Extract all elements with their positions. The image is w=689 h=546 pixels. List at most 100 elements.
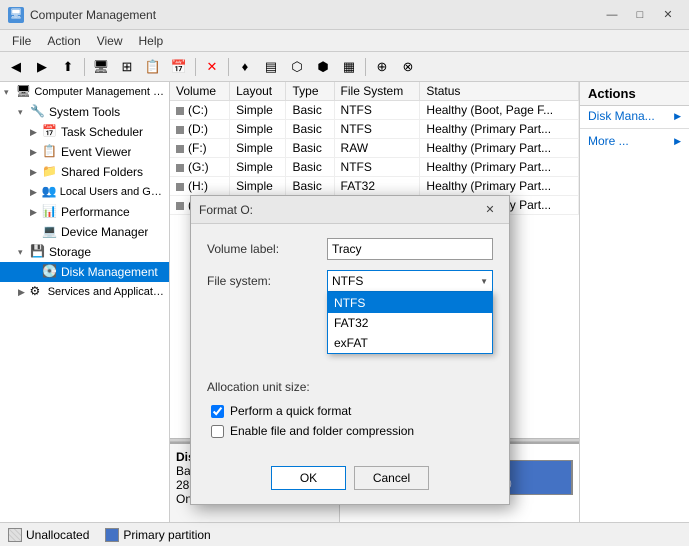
cell-volume: (C:) [170, 101, 230, 120]
menu-action[interactable]: Action [39, 32, 88, 50]
cell-fs: NTFS [334, 101, 420, 120]
sidebar-item-performance[interactable]: ▶ 📊 Performance [0, 202, 169, 222]
cell-status: Healthy (Boot, Page F... [420, 101, 579, 120]
volume-label-row: Volume label: [207, 238, 493, 260]
expand-icon: ▶ [674, 111, 681, 122]
cell-fs: RAW [334, 139, 420, 158]
sidebar-item-system-tools[interactable]: ▾ 🔧 System Tools [0, 102, 169, 122]
toolbar-up[interactable]: ⬆ [56, 55, 80, 79]
toolbar: ◀ ▶ ⬆ 🖥 ⊞ 📋 📅 ✕ ♦ ▤ ⬡ ⬢ ▦ ⊕ ⊗ [0, 52, 689, 82]
more-label: More ... [588, 134, 629, 148]
toolbar-btn4[interactable]: 📅 [167, 55, 191, 79]
file-system-trigger[interactable]: NTFS ▼ [327, 270, 493, 292]
toolbar-back[interactable]: ◀ [4, 55, 28, 79]
dialog-close-button[interactable]: ✕ [479, 201, 501, 219]
disk-icon: 💽 [42, 264, 58, 280]
toolbar-btn7[interactable]: ⬡ [285, 55, 309, 79]
allocation-row: Allocation unit size: [207, 380, 493, 394]
dialog-body: Volume label: File system: NTFS ▼ NTFS F… [191, 224, 509, 458]
cell-type: Basic [286, 139, 334, 158]
table-row[interactable]: (D:) Simple Basic NTFS Healthy (Primary … [170, 120, 579, 139]
folder-icon: 📁 [42, 164, 58, 180]
quick-format-row: Perform a quick format [207, 404, 493, 418]
table-row[interactable]: (H:) Simple Basic FAT32 Healthy (Primary… [170, 177, 579, 196]
close-button[interactable]: ✕ [655, 5, 681, 25]
sidebar-item-disk-management[interactable]: 💽 Disk Management [0, 262, 169, 282]
cell-volume: (D:) [170, 120, 230, 139]
volume-label-input[interactable] [327, 238, 493, 260]
cell-fs: NTFS [334, 120, 420, 139]
sidebar-item-device-manager[interactable]: 💻 Device Manager [0, 222, 169, 242]
toolbar-btn9[interactable]: ▦ [337, 55, 361, 79]
quick-format-checkbox[interactable] [211, 405, 224, 418]
action-disk-management[interactable]: Disk Mana... ▶ [580, 106, 689, 126]
action-separator [580, 128, 689, 129]
sidebar-item-task-scheduler[interactable]: ▶ 📅 Task Scheduler [0, 122, 169, 142]
option-exfat[interactable]: exFAT [328, 333, 492, 353]
col-volume: Volume [170, 82, 230, 101]
expand-arrow: ▶ [30, 187, 41, 198]
toolbar-btn10[interactable]: ⊕ [370, 55, 394, 79]
dialog-footer: OK Cancel [191, 458, 509, 504]
status-bar: Unallocated Primary partition [0, 522, 689, 546]
cell-type: Basic [286, 177, 334, 196]
cancel-button[interactable]: Cancel [354, 466, 429, 490]
table-row[interactable]: (F:) Simple Basic RAW Healthy (Primary P… [170, 139, 579, 158]
cell-volume: (G:) [170, 158, 230, 177]
sidebar: ▾ 🖥 Computer Management (l... ▾ 🔧 System… [0, 82, 170, 522]
option-ntfs[interactable]: NTFS [328, 293, 492, 313]
table-row[interactable]: (C:) Simple Basic NTFS Healthy (Boot, Pa… [170, 101, 579, 120]
option-fat32[interactable]: FAT32 [328, 313, 492, 333]
toolbar-btn6[interactable]: ▤ [259, 55, 283, 79]
toolbar-forward[interactable]: ▶ [30, 55, 54, 79]
quick-format-label: Perform a quick format [230, 404, 351, 418]
action-more[interactable]: More ... ▶ [580, 131, 689, 151]
compression-checkbox[interactable] [211, 425, 224, 438]
toolbar-btn1[interactable]: 🖥 [89, 55, 113, 79]
table-row[interactable]: (G:) Simple Basic NTFS Healthy (Primary … [170, 158, 579, 177]
cell-status: Healthy (Primary Part... [420, 120, 579, 139]
sidebar-item-event-viewer[interactable]: ▶ 📋 Event Viewer [0, 142, 169, 162]
sidebar-label: Services and Applicatio... [48, 286, 165, 298]
sidebar-item-services[interactable]: ▶ ⚙ Services and Applicatio... [0, 282, 169, 302]
scheduler-icon: 📅 [42, 124, 58, 140]
ok-button[interactable]: OK [271, 466, 346, 490]
sidebar-item-computer-management[interactable]: ▾ 🖥 Computer Management (l... [0, 82, 169, 102]
toolbar-btn2[interactable]: ⊞ [115, 55, 139, 79]
sidebar-item-shared-folders[interactable]: ▶ 📁 Shared Folders [0, 162, 169, 182]
toolbar-btn8[interactable]: ⬢ [311, 55, 335, 79]
menu-view[interactable]: View [89, 32, 131, 50]
col-type: Type [286, 82, 334, 101]
expand-arrow: ▶ [30, 207, 42, 218]
menu-file[interactable]: File [4, 32, 39, 50]
toolbar-stop[interactable]: ✕ [200, 55, 224, 79]
toolbar-btn11[interactable]: ⊗ [396, 55, 420, 79]
toolbar-btn3[interactable]: 📋 [141, 55, 165, 79]
event-icon: 📋 [42, 144, 58, 160]
legend-unalloc-label: Unallocated [26, 528, 89, 542]
sidebar-label: Event Viewer [61, 145, 131, 159]
services-icon: ⚙ [29, 284, 44, 300]
compression-row: Enable file and folder compression [207, 424, 493, 438]
cell-fs: NTFS [334, 158, 420, 177]
cell-status: Healthy (Primary Part... [420, 158, 579, 177]
cell-layout: Simple [230, 139, 286, 158]
toolbar-btn5[interactable]: ♦ [233, 55, 257, 79]
legend-primary: Primary partition [105, 528, 210, 542]
cell-volume: (F:) [170, 139, 230, 158]
minimize-button[interactable]: — [599, 5, 625, 25]
tools-icon: 🔧 [30, 104, 46, 120]
actions-header: Actions [580, 82, 689, 106]
maximize-button[interactable]: □ [627, 5, 653, 25]
legend-primary-label: Primary partition [123, 528, 210, 542]
legend-unalloc-box [8, 528, 22, 542]
expand-arrow: ▶ [30, 167, 42, 178]
window-title: Computer Management [30, 8, 156, 22]
menu-bar: File Action View Help [0, 30, 689, 52]
menu-help[interactable]: Help [131, 32, 172, 50]
file-system-list: NTFS FAT32 exFAT [327, 292, 493, 354]
sidebar-item-storage[interactable]: ▾ 💾 Storage [0, 242, 169, 262]
sidebar-item-local-users[interactable]: ▶ 👥 Local Users and Gro... [0, 182, 169, 202]
cell-type: Basic [286, 158, 334, 177]
volume-label-text: Volume label: [207, 242, 327, 256]
